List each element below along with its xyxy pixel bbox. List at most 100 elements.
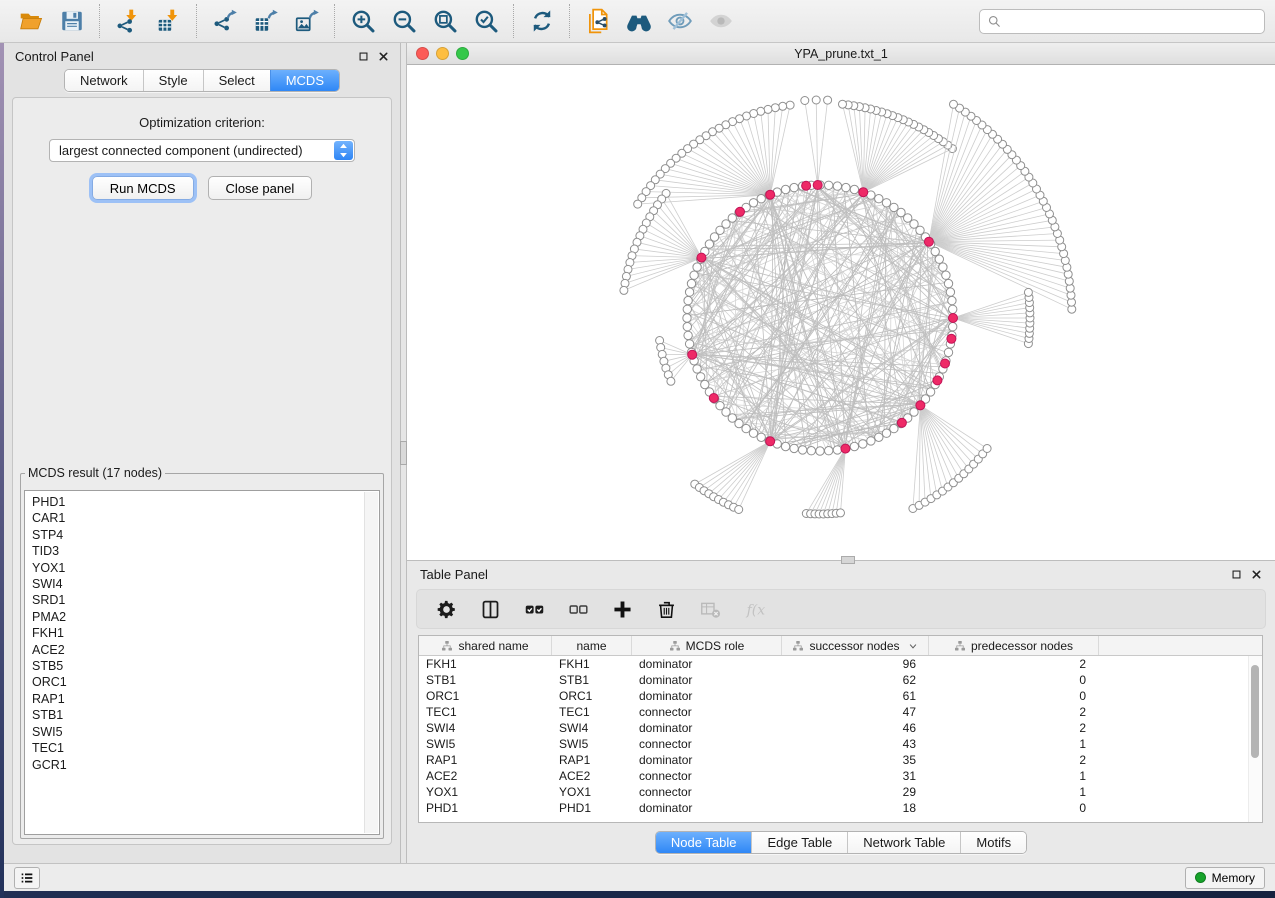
run-mcds-button[interactable]: Run MCDS — [92, 176, 194, 200]
table-row[interactable]: SWI4SWI4dominator462 — [419, 720, 1262, 736]
hide-columns-uncheck-pair-button[interactable] — [561, 593, 595, 625]
delete-column-trash-icon — [656, 599, 677, 620]
zoom-selected-button[interactable] — [465, 4, 506, 38]
tab-edge-table[interactable]: Edge Table — [751, 832, 847, 853]
mcds-result-item[interactable]: SRD1 — [32, 592, 379, 608]
column-header-successor-nodes[interactable]: successor nodes — [782, 636, 929, 655]
column-header-name[interactable]: name — [552, 636, 632, 655]
export-network-button[interactable] — [204, 4, 245, 38]
table-row[interactable]: STB1STB1dominator620 — [419, 672, 1262, 688]
cell-successor-nodes: 47 — [782, 705, 929, 719]
import-network-from-file-button[interactable] — [107, 4, 148, 38]
table-row[interactable]: SWI5SWI5connector431 — [419, 736, 1262, 752]
maximize-window-button[interactable] — [456, 47, 469, 60]
mcds-result-item[interactable]: SWI4 — [32, 576, 379, 592]
optimization-criterion-select[interactable]: largest connected component (undirected) — [49, 139, 355, 162]
chevron-up-down-icon — [334, 141, 353, 160]
cell-shared-name: TEC1 — [419, 705, 552, 719]
tab-node-table[interactable]: Node Table — [656, 832, 752, 853]
tab-network-table[interactable]: Network Table — [847, 832, 960, 853]
control-panel-tabs: NetworkStyleSelectMCDS — [4, 69, 400, 92]
table-scrollbar[interactable] — [1248, 656, 1262, 822]
close-panel-icon[interactable] — [1251, 569, 1262, 580]
zoom-fit-content-button[interactable] — [424, 4, 465, 38]
table-settings-gear-button[interactable] — [429, 593, 463, 625]
cell-name: YOX1 — [552, 785, 632, 799]
task-history-button[interactable] — [14, 867, 40, 889]
column-header-shared-name[interactable]: shared name — [419, 636, 552, 655]
table-scrollbar-thumb[interactable] — [1251, 665, 1259, 758]
mcds-result-item[interactable]: YOX1 — [32, 560, 379, 576]
network-canvas[interactable] — [407, 65, 1275, 560]
import-network-from-file-icon — [115, 8, 141, 34]
column-header-MCDS-role[interactable]: MCDS role — [632, 636, 782, 655]
table-row[interactable]: RAP1RAP1dominator352 — [419, 752, 1262, 768]
new-network-from-selection-button[interactable] — [577, 4, 618, 38]
tab-select[interactable]: Select — [203, 70, 270, 91]
search-input[interactable] — [1007, 13, 1257, 30]
horizontal-splitter-grip[interactable] — [841, 556, 855, 564]
close-window-button[interactable] — [416, 47, 429, 60]
mcds-result-item[interactable]: STB5 — [32, 658, 379, 674]
memory-button[interactable]: Memory — [1185, 867, 1265, 889]
cell-shared-name: ACE2 — [419, 769, 552, 783]
mcds-result-item[interactable]: RAP1 — [32, 691, 379, 707]
mcds-result-item[interactable]: PMA2 — [32, 609, 379, 625]
mcds-result-item[interactable]: ACE2 — [32, 642, 379, 658]
open-file-button[interactable] — [10, 4, 51, 38]
zoom-in-button[interactable] — [342, 4, 383, 38]
vertical-splitter[interactable] — [400, 43, 407, 863]
tab-network[interactable]: Network — [65, 70, 143, 91]
float-window-icon[interactable] — [358, 51, 369, 62]
tab-style[interactable]: Style — [143, 70, 203, 91]
table-panel-tabs: Node TableEdge TableNetwork TableMotifs — [407, 831, 1275, 854]
import-table-from-file-button[interactable] — [148, 4, 189, 38]
cell-predecessor-nodes: 1 — [929, 769, 1099, 783]
mcds-result-item[interactable]: FKH1 — [32, 625, 379, 641]
splitter-grip[interactable] — [400, 441, 407, 465]
cell-successor-nodes: 61 — [782, 689, 929, 703]
cell-MCDS-role: connector — [632, 705, 782, 719]
refresh-view-button[interactable] — [521, 4, 562, 38]
close-panel-icon[interactable] — [378, 51, 389, 62]
mcds-result-item[interactable]: PHD1 — [32, 494, 379, 510]
first-neighbors-button[interactable] — [618, 4, 659, 38]
show-columns-check-pair-button[interactable] — [517, 593, 551, 625]
mcds-result-item[interactable]: STP4 — [32, 527, 379, 543]
mcds-result-list[interactable]: PHD1CAR1STP4TID3YOX1SWI4SRD1PMA2FKH1ACE2… — [24, 490, 380, 835]
column-label: name — [576, 639, 606, 653]
minimize-window-button[interactable] — [436, 47, 449, 60]
close-panel-button[interactable]: Close panel — [208, 176, 313, 200]
float-window-icon[interactable] — [1231, 569, 1242, 580]
mcds-result-item[interactable]: TID3 — [32, 543, 379, 559]
export-table-button[interactable] — [245, 4, 286, 38]
search-box[interactable] — [979, 9, 1265, 34]
table-row[interactable]: TEC1TEC1connector472 — [419, 704, 1262, 720]
create-column-plus-button[interactable] — [605, 593, 639, 625]
table-row[interactable]: ACE2ACE2connector311 — [419, 768, 1262, 784]
mcds-result-item[interactable]: SWI5 — [32, 724, 379, 740]
mcds-result-item[interactable]: TEC1 — [32, 740, 379, 756]
hide-selected-button[interactable] — [659, 4, 700, 38]
svg-text:f(x): f(x) — [745, 602, 764, 618]
tab-mcds[interactable]: MCDS — [270, 70, 339, 91]
table-row[interactable]: ORC1ORC1dominator610 — [419, 688, 1262, 704]
column-header-predecessor-nodes[interactable]: predecessor nodes — [929, 636, 1099, 655]
save-session-button[interactable] — [51, 4, 92, 38]
table-row[interactable]: YOX1YOX1connector291 — [419, 784, 1262, 800]
result-list-scrollbar[interactable] — [364, 492, 378, 833]
zoom-out-button[interactable] — [383, 4, 424, 38]
export-image-button[interactable] — [286, 4, 327, 38]
toolbar-separator — [99, 4, 100, 38]
toggle-panel-columns-button[interactable] — [473, 593, 507, 625]
mcds-result-item[interactable]: STB1 — [32, 707, 379, 723]
tab-motifs[interactable]: Motifs — [960, 832, 1026, 853]
mcds-result-item[interactable]: ORC1 — [32, 674, 379, 690]
show-all-button[interactable] — [700, 4, 741, 38]
table-row[interactable]: PHD1PHD1dominator180 — [419, 800, 1262, 816]
delete-column-trash-button[interactable] — [649, 593, 683, 625]
mcds-result-item[interactable]: CAR1 — [32, 510, 379, 526]
mcds-result-item[interactable]: GCR1 — [32, 757, 379, 773]
table-row[interactable]: FKH1FKH1dominator962 — [419, 656, 1262, 672]
attribute-type-icon — [954, 640, 966, 652]
